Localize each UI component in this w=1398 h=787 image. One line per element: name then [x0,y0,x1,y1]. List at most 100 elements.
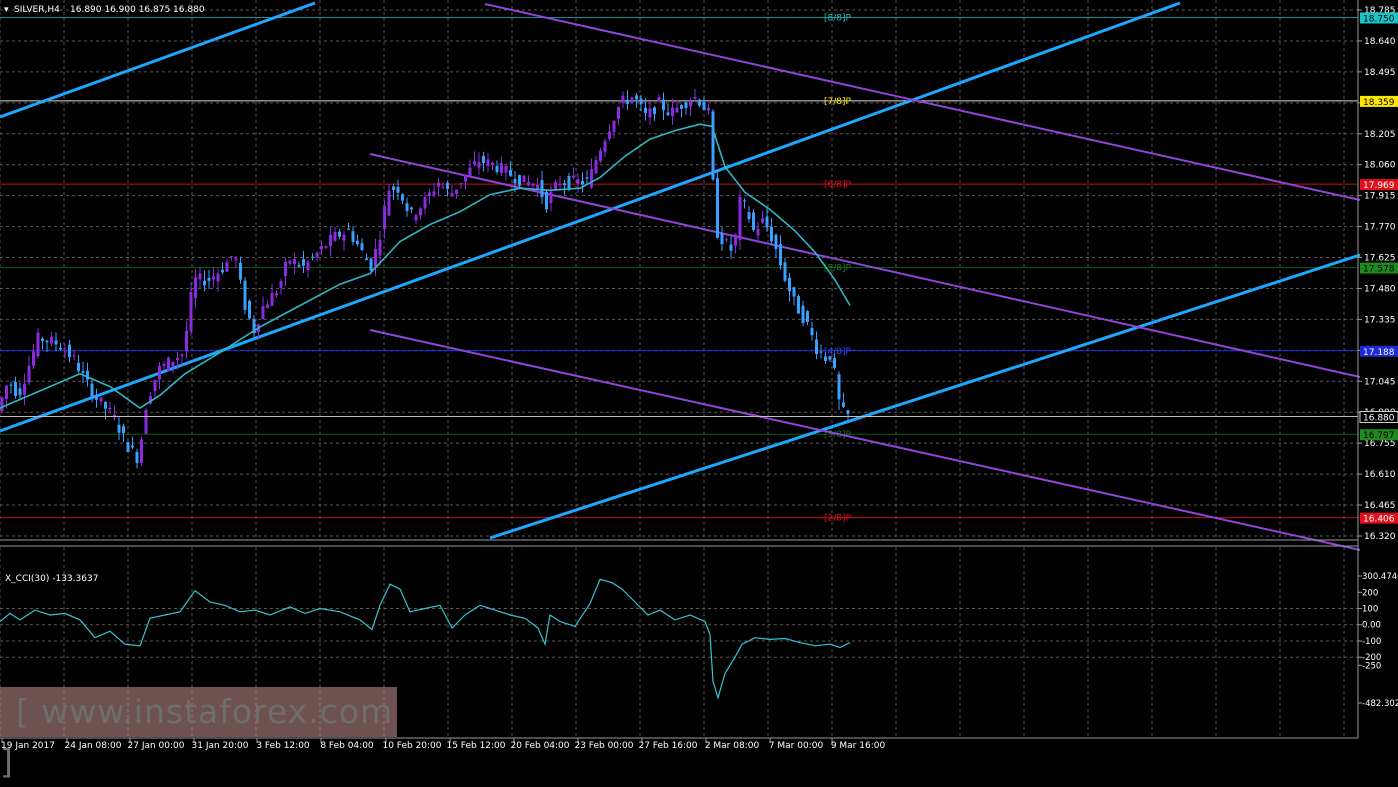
murrey-level-label: [2/8]P [824,514,852,524]
time-tick-label: 8 Feb 04:00 [320,741,374,751]
candle-body [626,99,629,104]
candle-body [734,234,737,246]
price-tick-label: 16.610 [1364,470,1396,480]
candle-body [315,252,319,258]
candle-body [563,183,566,185]
candle-body [239,262,242,280]
candle-body [689,101,692,107]
candle-body [225,262,229,272]
candle-body [756,228,760,236]
candle-body [846,410,850,414]
candle-body [779,244,782,266]
murrey-price-text: 17.969 [1363,181,1395,191]
murrey-price-text: 17.578 [1363,265,1395,275]
candle-body [36,332,40,357]
candle-body [351,231,355,242]
candle-body [122,426,125,434]
candle-body [248,300,251,319]
candle-body [837,374,841,400]
ohlc-readout: 16.890 16.900 16.875 16.880 [70,5,205,15]
time-tick-label: 24 Jan 08:00 [65,741,122,751]
candle-body [761,218,764,223]
candle-body [599,150,602,162]
candle-body [716,178,719,238]
time-tick-label: 15 Feb 12:00 [446,741,505,751]
candle-body [671,107,674,117]
candle-body [513,179,517,184]
time-tick-label: 27 Jan 00:00 [128,741,185,751]
candle-body [590,169,593,188]
candle-body [554,182,557,190]
candle-body [99,397,103,402]
murrey-price-text: 16.406 [1363,515,1395,525]
candle-body [459,183,463,185]
candle-body [311,256,314,258]
cci-tick-label: -100 [1362,637,1381,647]
candle-body [801,305,805,323]
candle-body [725,239,728,241]
candle-body [369,258,373,271]
candle-body [302,259,305,266]
candle-body [396,186,400,193]
candle-body [500,163,503,174]
murrey-price-text: 18.359 [1363,98,1395,108]
candle-body [216,273,220,282]
candle-body [324,246,328,248]
candle-body [774,234,778,250]
price-chart[interactable]: [8/8]P[7/8]P[6/8]P[5/8]P[4/8]P[3/8]P[2/8… [0,0,1398,755]
murrey-level-label: [8/8]P [824,13,852,23]
candle-body [423,196,427,209]
time-tick-label: 7 Mar 00:00 [769,741,824,751]
candle-body [509,170,512,176]
candle-body [387,190,391,216]
candle-body [464,174,467,182]
candle-body [639,98,643,104]
candle-body [117,424,121,433]
cci-tick-label: -250 [1362,661,1381,671]
candle-body [815,339,818,355]
chart-background [0,0,1398,755]
cci-tick-label: 200 [1362,588,1378,598]
candle-body [581,180,584,185]
candle-body [792,287,796,297]
candle-body [572,175,575,178]
candle-body [711,111,715,180]
candle-body [77,362,80,372]
candle-body [0,397,4,411]
candle-body [747,212,751,220]
candle-body [680,105,683,109]
cci-tick-label: -482.3021 [1362,699,1398,709]
instaforex-watermark: [ www.instaforex.com ] [0,687,397,781]
candle-body [275,293,278,296]
candle-body [419,208,422,216]
candle-body [32,351,35,366]
candle-body [662,99,665,111]
candle-body [698,99,701,106]
candle-body [621,95,625,103]
candle-body [18,388,22,396]
candle-body [144,409,148,434]
candle-body [333,231,337,241]
time-tick-label: 23 Feb 00:00 [574,741,633,751]
candle-body [432,191,436,196]
candle-body [824,356,827,362]
candle-body [648,108,652,118]
murrey-level-label: [7/8]P [824,97,852,107]
price-tick-label: 18.495 [1364,68,1396,78]
price-tick-label: 18.060 [1364,161,1396,171]
candle-body [405,203,409,211]
candle-body [131,445,134,448]
candle-body [234,258,238,261]
candle-body [392,186,395,190]
candle-body [243,280,247,310]
candle-body [374,248,377,267]
price-tick-label: 17.625 [1364,254,1396,264]
candle-body [729,244,733,251]
candle-body [810,327,814,336]
candle-body [486,159,490,167]
collapse-arrow-icon[interactable]: ▾ [4,5,9,15]
candle-body [90,383,94,399]
price-tick-label: 18.205 [1364,130,1396,140]
candle-body [585,177,589,179]
candle-body [428,192,431,196]
